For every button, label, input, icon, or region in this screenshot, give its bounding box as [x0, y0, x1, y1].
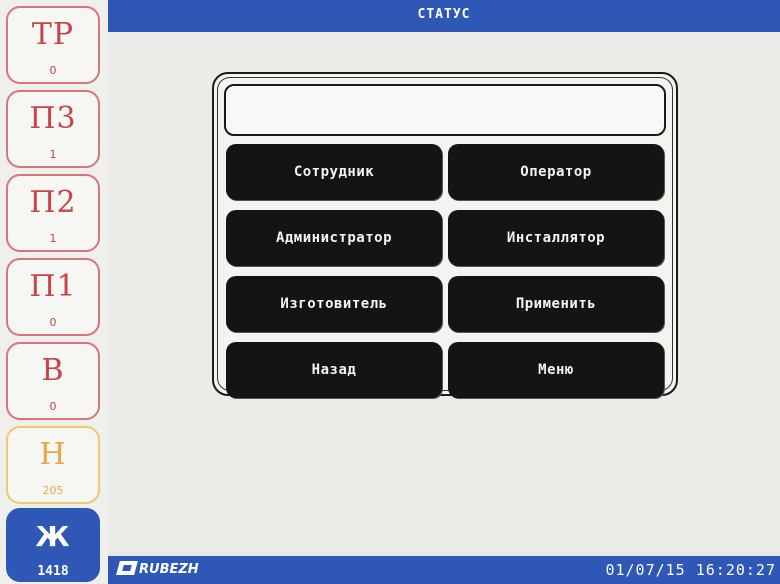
- sidebar-item-count: 1418: [37, 564, 69, 579]
- rubezh-logo-icon: [116, 561, 138, 575]
- sidebar-item-code: В: [41, 353, 65, 388]
- installer-button[interactable]: Инсталлятор: [448, 210, 664, 266]
- device-screen: ТР 0 П3 1 П2 1 П1 0 В 0 Н 205 Ж 1418 СТА…: [0, 0, 780, 584]
- sidebar-item-code: П2: [29, 185, 77, 220]
- sidebar-item-tr[interactable]: ТР 0: [6, 6, 100, 84]
- sidebar-item-count: 1: [49, 232, 57, 245]
- sidebar-item-p1[interactable]: П1 0: [6, 258, 100, 336]
- datetime-display: 01/07/15 16:20:27: [605, 561, 776, 579]
- sidebar-item-count: 205: [42, 484, 64, 497]
- sidebar-item-count: 1: [49, 148, 57, 161]
- administrator-button[interactable]: Администратор: [226, 210, 442, 266]
- sidebar-item-zh[interactable]: Ж 1418: [6, 508, 100, 582]
- sidebar-item-v[interactable]: В 0: [6, 342, 100, 420]
- sidebar-item-p3[interactable]: П3 1: [6, 90, 100, 168]
- sidebar-item-code: П1: [29, 269, 77, 304]
- sidebar-item-code: П3: [29, 101, 77, 136]
- sidebar-item-count: 0: [49, 64, 57, 77]
- rubezh-logo: RUBEZH: [116, 561, 199, 579]
- logo-text: RUBEZH: [139, 562, 199, 577]
- sidebar-item-code: ТР: [31, 17, 75, 52]
- main-area: Сотрудник Оператор Администратор Инсталл…: [108, 32, 780, 552]
- menu-button[interactable]: Меню: [448, 342, 664, 398]
- back-button[interactable]: Назад: [226, 342, 442, 398]
- operator-button[interactable]: Оператор: [448, 144, 664, 200]
- sidebar-item-count: 0: [49, 400, 57, 413]
- employee-button[interactable]: Сотрудник: [226, 144, 442, 200]
- page-title: СТАТУС: [108, 0, 780, 32]
- apply-button[interactable]: Применить: [448, 276, 664, 332]
- sidebar-item-p2[interactable]: П2 1: [6, 174, 100, 252]
- display-field[interactable]: [224, 84, 666, 136]
- sidebar-item-code: Н: [39, 437, 67, 472]
- sidebar-item-n[interactable]: Н 205: [6, 426, 100, 504]
- status-sidebar: ТР 0 П3 1 П2 1 П1 0 В 0 Н 205 Ж 1418: [0, 0, 108, 584]
- status-bar: RUBEZH 01/07/15 16:20:27: [108, 556, 780, 584]
- sidebar-item-code: Ж: [35, 520, 71, 553]
- manufacturer-button[interactable]: Изготовитель: [226, 276, 442, 332]
- status-panel: Сотрудник Оператор Администратор Инсталл…: [212, 72, 678, 398]
- sidebar-item-count: 0: [49, 316, 57, 329]
